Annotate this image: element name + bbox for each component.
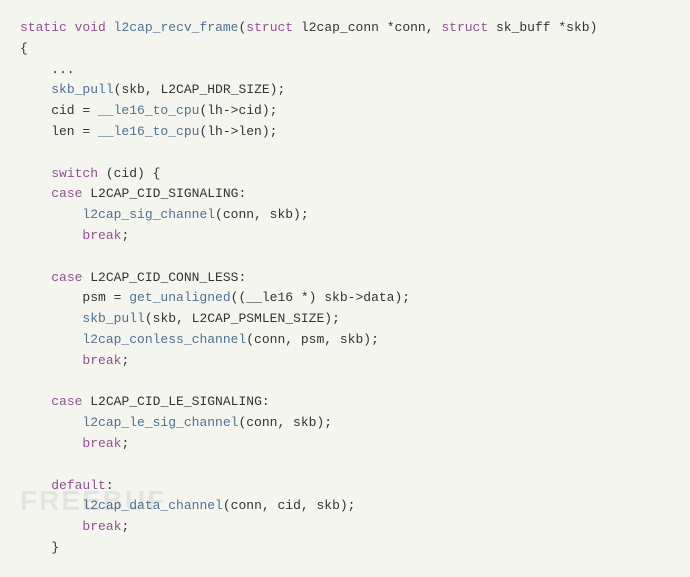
code-line: default: bbox=[20, 476, 670, 497]
code-line bbox=[20, 143, 670, 164]
code-line: break; bbox=[20, 351, 670, 372]
code-line: } bbox=[20, 538, 670, 559]
code-line bbox=[20, 247, 670, 268]
code-line: l2cap_conless_channel(conn, psm, skb); bbox=[20, 330, 670, 351]
code-line: case L2CAP_CID_LE_SIGNALING: bbox=[20, 392, 670, 413]
code-line: { bbox=[20, 39, 670, 60]
code-line: psm = get_unaligned((__le16 *) skb->data… bbox=[20, 288, 670, 309]
code-line: switch (cid) { bbox=[20, 164, 670, 185]
code-line: l2cap_data_channel(conn, cid, skb); bbox=[20, 496, 670, 517]
code-line: l2cap_le_sig_channel(conn, skb); bbox=[20, 413, 670, 434]
code-line: static void l2cap_recv_frame(struct l2ca… bbox=[20, 18, 670, 39]
code-line: skb_pull(skb, L2CAP_HDR_SIZE); bbox=[20, 80, 670, 101]
code-line: cid = __le16_to_cpu(lh->cid); bbox=[20, 101, 670, 122]
code-line bbox=[20, 455, 670, 476]
code-line: l2cap_sig_channel(conn, skb); bbox=[20, 205, 670, 226]
code-line: break; bbox=[20, 226, 670, 247]
code-line: case L2CAP_CID_SIGNALING: bbox=[20, 184, 670, 205]
code-line bbox=[20, 372, 670, 393]
code-line: skb_pull(skb, L2CAP_PSMLEN_SIZE); bbox=[20, 309, 670, 330]
code-line: break; bbox=[20, 517, 670, 538]
code-line: break; bbox=[20, 434, 670, 455]
code-line: len = __le16_to_cpu(lh->len); bbox=[20, 122, 670, 143]
code-block: static void l2cap_recv_frame(struct l2ca… bbox=[0, 0, 690, 577]
code-line: ... bbox=[20, 60, 670, 81]
code-line: case L2CAP_CID_CONN_LESS: bbox=[20, 268, 670, 289]
